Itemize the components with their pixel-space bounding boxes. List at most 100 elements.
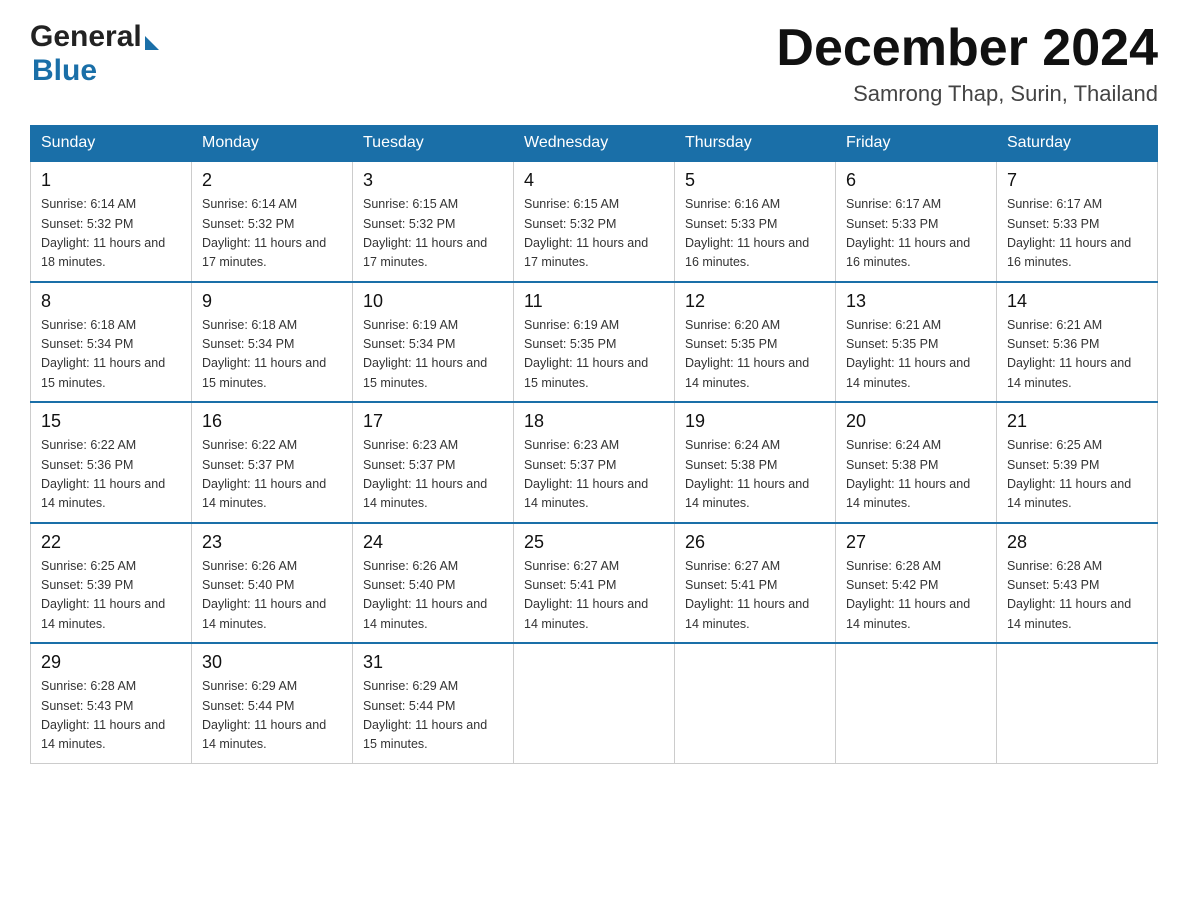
day-info: Sunrise: 6:19 AMSunset: 5:35 PMDaylight:… [524, 318, 648, 390]
table-row: 10 Sunrise: 6:19 AMSunset: 5:34 PMDaylig… [353, 282, 514, 403]
table-row: 28 Sunrise: 6:28 AMSunset: 5:43 PMDaylig… [997, 523, 1158, 644]
day-number: 27 [846, 532, 986, 553]
day-number: 23 [202, 532, 342, 553]
day-number: 29 [41, 652, 181, 673]
table-row: 16 Sunrise: 6:22 AMSunset: 5:37 PMDaylig… [192, 402, 353, 523]
table-row: 13 Sunrise: 6:21 AMSunset: 5:35 PMDaylig… [836, 282, 997, 403]
calendar-header-row: SundayMondayTuesdayWednesdayThursdayFrid… [31, 126, 1158, 162]
table-row: 12 Sunrise: 6:20 AMSunset: 5:35 PMDaylig… [675, 282, 836, 403]
day-number: 4 [524, 170, 664, 191]
calendar-header-tuesday: Tuesday [353, 126, 514, 162]
day-info: Sunrise: 6:15 AMSunset: 5:32 PMDaylight:… [524, 197, 648, 269]
table-row: 9 Sunrise: 6:18 AMSunset: 5:34 PMDayligh… [192, 282, 353, 403]
table-row: 6 Sunrise: 6:17 AMSunset: 5:33 PMDayligh… [836, 161, 997, 282]
calendar-header-thursday: Thursday [675, 126, 836, 162]
table-row: 22 Sunrise: 6:25 AMSunset: 5:39 PMDaylig… [31, 523, 192, 644]
table-row: 20 Sunrise: 6:24 AMSunset: 5:38 PMDaylig… [836, 402, 997, 523]
calendar-table: SundayMondayTuesdayWednesdayThursdayFrid… [30, 125, 1158, 764]
table-row: 19 Sunrise: 6:24 AMSunset: 5:38 PMDaylig… [675, 402, 836, 523]
day-info: Sunrise: 6:28 AMSunset: 5:42 PMDaylight:… [846, 559, 970, 631]
calendar-week-row: 1 Sunrise: 6:14 AMSunset: 5:32 PMDayligh… [31, 161, 1158, 282]
calendar-header-friday: Friday [836, 126, 997, 162]
day-info: Sunrise: 6:24 AMSunset: 5:38 PMDaylight:… [685, 438, 809, 510]
day-info: Sunrise: 6:23 AMSunset: 5:37 PMDaylight:… [524, 438, 648, 510]
table-row: 17 Sunrise: 6:23 AMSunset: 5:37 PMDaylig… [353, 402, 514, 523]
table-row: 23 Sunrise: 6:26 AMSunset: 5:40 PMDaylig… [192, 523, 353, 644]
table-row: 14 Sunrise: 6:21 AMSunset: 5:36 PMDaylig… [997, 282, 1158, 403]
day-info: Sunrise: 6:27 AMSunset: 5:41 PMDaylight:… [685, 559, 809, 631]
page-header: General Blue December 2024 Samrong Thap,… [30, 20, 1158, 107]
calendar-week-row: 15 Sunrise: 6:22 AMSunset: 5:36 PMDaylig… [31, 402, 1158, 523]
table-row [997, 643, 1158, 763]
day-number: 3 [363, 170, 503, 191]
table-row [675, 643, 836, 763]
day-number: 7 [1007, 170, 1147, 191]
day-number: 21 [1007, 411, 1147, 432]
location-title: Samrong Thap, Surin, Thailand [776, 81, 1158, 107]
logo-flag-icon [145, 36, 159, 50]
day-info: Sunrise: 6:17 AMSunset: 5:33 PMDaylight:… [846, 197, 970, 269]
day-info: Sunrise: 6:25 AMSunset: 5:39 PMDaylight:… [41, 559, 165, 631]
table-row: 31 Sunrise: 6:29 AMSunset: 5:44 PMDaylig… [353, 643, 514, 763]
calendar-header-wednesday: Wednesday [514, 126, 675, 162]
month-title: December 2024 [776, 20, 1158, 77]
table-row: 26 Sunrise: 6:27 AMSunset: 5:41 PMDaylig… [675, 523, 836, 644]
day-info: Sunrise: 6:22 AMSunset: 5:36 PMDaylight:… [41, 438, 165, 510]
table-row [514, 643, 675, 763]
calendar-header-saturday: Saturday [997, 126, 1158, 162]
day-number: 24 [363, 532, 503, 553]
day-info: Sunrise: 6:26 AMSunset: 5:40 PMDaylight:… [202, 559, 326, 631]
day-number: 26 [685, 532, 825, 553]
day-number: 17 [363, 411, 503, 432]
table-row: 21 Sunrise: 6:25 AMSunset: 5:39 PMDaylig… [997, 402, 1158, 523]
table-row: 25 Sunrise: 6:27 AMSunset: 5:41 PMDaylig… [514, 523, 675, 644]
table-row: 18 Sunrise: 6:23 AMSunset: 5:37 PMDaylig… [514, 402, 675, 523]
day-info: Sunrise: 6:16 AMSunset: 5:33 PMDaylight:… [685, 197, 809, 269]
day-number: 30 [202, 652, 342, 673]
day-info: Sunrise: 6:14 AMSunset: 5:32 PMDaylight:… [202, 197, 326, 269]
calendar-week-row: 22 Sunrise: 6:25 AMSunset: 5:39 PMDaylig… [31, 523, 1158, 644]
table-row: 2 Sunrise: 6:14 AMSunset: 5:32 PMDayligh… [192, 161, 353, 282]
day-info: Sunrise: 6:17 AMSunset: 5:33 PMDaylight:… [1007, 197, 1131, 269]
calendar-header-monday: Monday [192, 126, 353, 162]
day-info: Sunrise: 6:21 AMSunset: 5:36 PMDaylight:… [1007, 318, 1131, 390]
logo-general-text: General [30, 20, 142, 54]
day-number: 19 [685, 411, 825, 432]
day-info: Sunrise: 6:22 AMSunset: 5:37 PMDaylight:… [202, 438, 326, 510]
day-info: Sunrise: 6:18 AMSunset: 5:34 PMDaylight:… [202, 318, 326, 390]
day-number: 12 [685, 291, 825, 312]
day-number: 13 [846, 291, 986, 312]
day-number: 31 [363, 652, 503, 673]
table-row: 3 Sunrise: 6:15 AMSunset: 5:32 PMDayligh… [353, 161, 514, 282]
table-row: 27 Sunrise: 6:28 AMSunset: 5:42 PMDaylig… [836, 523, 997, 644]
table-row: 8 Sunrise: 6:18 AMSunset: 5:34 PMDayligh… [31, 282, 192, 403]
day-number: 15 [41, 411, 181, 432]
table-row: 30 Sunrise: 6:29 AMSunset: 5:44 PMDaylig… [192, 643, 353, 763]
table-row: 24 Sunrise: 6:26 AMSunset: 5:40 PMDaylig… [353, 523, 514, 644]
day-info: Sunrise: 6:21 AMSunset: 5:35 PMDaylight:… [846, 318, 970, 390]
day-info: Sunrise: 6:29 AMSunset: 5:44 PMDaylight:… [202, 679, 326, 751]
table-row: 4 Sunrise: 6:15 AMSunset: 5:32 PMDayligh… [514, 161, 675, 282]
day-number: 18 [524, 411, 664, 432]
day-info: Sunrise: 6:28 AMSunset: 5:43 PMDaylight:… [1007, 559, 1131, 631]
day-info: Sunrise: 6:24 AMSunset: 5:38 PMDaylight:… [846, 438, 970, 510]
day-number: 20 [846, 411, 986, 432]
day-number: 25 [524, 532, 664, 553]
day-number: 28 [1007, 532, 1147, 553]
day-number: 6 [846, 170, 986, 191]
day-number: 9 [202, 291, 342, 312]
day-info: Sunrise: 6:28 AMSunset: 5:43 PMDaylight:… [41, 679, 165, 751]
logo: General Blue [30, 20, 159, 88]
day-number: 2 [202, 170, 342, 191]
calendar-week-row: 29 Sunrise: 6:28 AMSunset: 5:43 PMDaylig… [31, 643, 1158, 763]
day-info: Sunrise: 6:29 AMSunset: 5:44 PMDaylight:… [363, 679, 487, 751]
day-info: Sunrise: 6:23 AMSunset: 5:37 PMDaylight:… [363, 438, 487, 510]
calendar-week-row: 8 Sunrise: 6:18 AMSunset: 5:34 PMDayligh… [31, 282, 1158, 403]
day-info: Sunrise: 6:19 AMSunset: 5:34 PMDaylight:… [363, 318, 487, 390]
day-info: Sunrise: 6:25 AMSunset: 5:39 PMDaylight:… [1007, 438, 1131, 510]
day-number: 22 [41, 532, 181, 553]
table-row [836, 643, 997, 763]
calendar-header-sunday: Sunday [31, 126, 192, 162]
day-number: 16 [202, 411, 342, 432]
logo-blue-text: Blue [32, 54, 97, 87]
